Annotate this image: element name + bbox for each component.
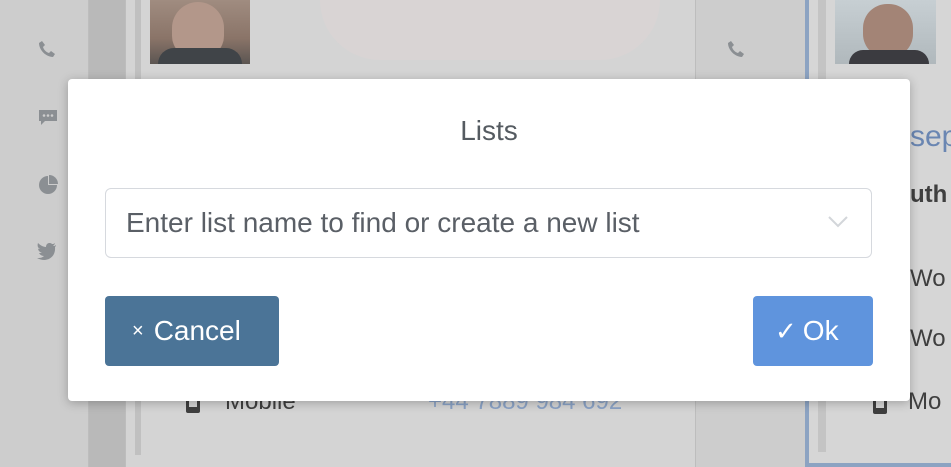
- pie-chart-icon[interactable]: [38, 175, 58, 198]
- card2-subtitle: uth: [910, 181, 948, 208]
- cancel-button-label: Cancel: [153, 315, 241, 346]
- check-icon: ✓: [775, 316, 797, 346]
- contact-photo-2: [835, 0, 936, 64]
- ok-button-label: Ok: [802, 315, 839, 346]
- list-search-select[interactable]: Enter list name to find or create a new …: [105, 188, 872, 258]
- close-icon: ×: [132, 320, 144, 342]
- card2-row-3: Mo: [908, 388, 942, 415]
- chevron-down-icon[interactable]: [827, 215, 849, 229]
- card2-name: sep: [910, 120, 951, 153]
- card2-row-1: Wo: [910, 265, 946, 292]
- list-search-input[interactable]: Enter list name to find or create a new …: [126, 189, 640, 257]
- cancel-button[interactable]: × Cancel: [105, 296, 279, 366]
- card-header-decoration: [320, 0, 660, 60]
- phone-icon[interactable]: [727, 40, 745, 61]
- card2-row-2: Wo: [910, 325, 946, 352]
- lists-modal: Lists Enter list name to find or create …: [68, 79, 910, 401]
- phone-icon[interactable]: [38, 40, 56, 61]
- chat-icon[interactable]: [38, 109, 58, 130]
- contact-photo-1: [150, 0, 250, 64]
- ok-button[interactable]: ✓ Ok: [753, 296, 873, 366]
- modal-title: Lists: [460, 115, 518, 146]
- twitter-icon[interactable]: [37, 242, 57, 263]
